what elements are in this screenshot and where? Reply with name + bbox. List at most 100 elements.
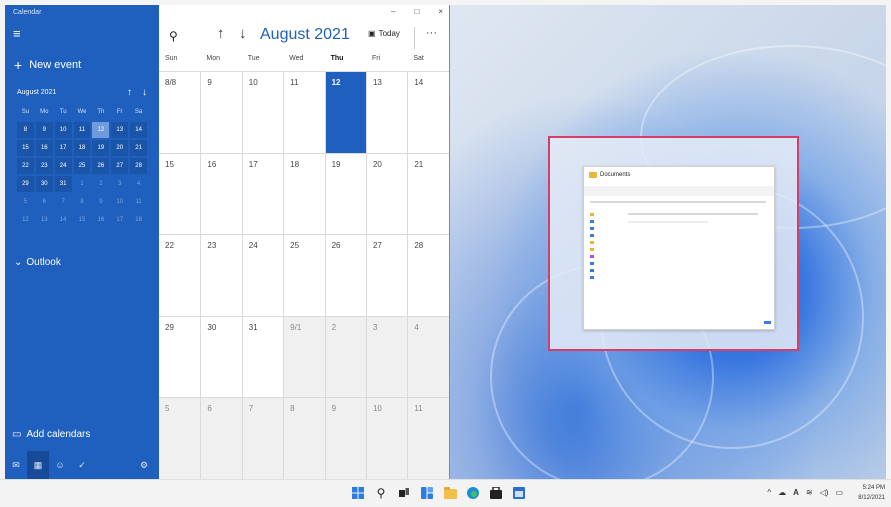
mini-day[interactable]: 15 bbox=[17, 140, 34, 156]
mini-day[interactable]: 9 bbox=[92, 194, 109, 210]
mini-prev-arrow-icon[interactable]: ↑ bbox=[127, 87, 132, 98]
mail-icon[interactable]: ✉ bbox=[5, 451, 27, 479]
day-cell[interactable]: 15 bbox=[159, 154, 200, 235]
search-icon[interactable]: ⚲ bbox=[374, 486, 388, 500]
mini-day[interactable]: 12 bbox=[17, 212, 34, 228]
day-cell[interactable]: 21 bbox=[407, 153, 448, 235]
widgets-icon[interactable] bbox=[420, 486, 434, 500]
mini-day[interactable]: 4 bbox=[130, 176, 147, 192]
day-cell[interactable]: 6 bbox=[200, 398, 242, 479]
day-cell[interactable]: 29 bbox=[159, 317, 200, 398]
mini-day[interactable]: 11 bbox=[73, 122, 91, 138]
mini-next-arrow-icon[interactable]: ↓ bbox=[142, 87, 147, 98]
mini-day[interactable]: 7 bbox=[55, 194, 72, 210]
mini-day[interactable]: 17 bbox=[54, 140, 72, 156]
mini-day[interactable]: 1 bbox=[74, 176, 91, 192]
mini-day[interactable]: 14 bbox=[55, 212, 72, 228]
more-options-button[interactable]: ··· bbox=[426, 27, 437, 39]
search-icon[interactable]: ⚲ bbox=[169, 29, 178, 43]
mini-day[interactable]: 16 bbox=[35, 140, 53, 156]
mini-day[interactable]: 13 bbox=[111, 122, 129, 138]
cloud-icon[interactable]: ☁ bbox=[778, 488, 786, 497]
mini-day[interactable]: 8 bbox=[74, 194, 91, 210]
mini-day[interactable]: 3 bbox=[111, 176, 128, 192]
mini-day[interactable]: 8 bbox=[17, 122, 34, 138]
day-cell[interactable]: 17 bbox=[241, 153, 283, 235]
day-cell[interactable]: 14 bbox=[407, 72, 448, 153]
input-language-indicator[interactable]: A bbox=[793, 488, 799, 497]
mini-day[interactable]: 10 bbox=[54, 122, 72, 138]
outlook-group-toggle[interactable]: ⌄ Outlook bbox=[14, 257, 61, 268]
day-cell[interactable]: 4 bbox=[407, 316, 449, 398]
mini-day[interactable]: 9 bbox=[35, 122, 53, 138]
mini-day-today[interactable]: 12 bbox=[92, 122, 110, 138]
mini-day[interactable]: 14 bbox=[130, 122, 148, 138]
mini-calendar-month[interactable]: August 2021 bbox=[17, 89, 56, 96]
day-cell[interactable]: 16 bbox=[200, 153, 241, 235]
show-hidden-icons-button[interactable]: ^ bbox=[767, 488, 771, 497]
next-month-arrow-icon[interactable]: ↓ bbox=[239, 25, 247, 42]
day-cell[interactable]: 13 bbox=[365, 72, 407, 153]
day-cell[interactable]: 9/1 bbox=[283, 316, 325, 398]
people-icon[interactable]: ☺ bbox=[49, 451, 71, 479]
new-event-button[interactable]: + New event bbox=[14, 58, 81, 72]
mini-day[interactable]: 21 bbox=[130, 140, 148, 156]
mini-day[interactable]: 17 bbox=[111, 212, 128, 228]
mini-day[interactable]: 18 bbox=[130, 212, 147, 228]
day-cell-today[interactable]: 12 bbox=[324, 72, 366, 153]
mini-day[interactable]: 27 bbox=[111, 158, 129, 174]
mini-day[interactable]: 30 bbox=[35, 176, 53, 192]
mini-day[interactable]: 10 bbox=[111, 194, 128, 210]
day-cell[interactable]: 5 bbox=[159, 398, 201, 479]
day-cell[interactable]: 10 bbox=[241, 72, 283, 153]
mini-day[interactable]: 31 bbox=[54, 176, 72, 192]
previous-month-arrow-icon[interactable]: ↑ bbox=[217, 25, 225, 42]
settings-icon[interactable]: ⚙ bbox=[133, 451, 155, 479]
day-cell[interactable]: 24 bbox=[241, 235, 283, 316]
day-cell[interactable]: 26 bbox=[324, 235, 366, 316]
day-cell[interactable]: 9 bbox=[200, 72, 241, 153]
mini-day[interactable]: 19 bbox=[92, 140, 110, 156]
today-button[interactable]: ▣ Today bbox=[368, 29, 400, 38]
mini-day[interactable]: 20 bbox=[111, 140, 129, 156]
day-cell[interactable]: 9 bbox=[324, 398, 366, 479]
mini-day[interactable]: 18 bbox=[73, 140, 91, 156]
mini-day[interactable]: 5 bbox=[17, 194, 34, 210]
day-cell[interactable]: 8/8 bbox=[159, 72, 200, 153]
start-icon[interactable] bbox=[351, 486, 365, 500]
mini-day[interactable]: 15 bbox=[74, 212, 91, 228]
day-cell[interactable]: 11 bbox=[407, 398, 449, 479]
mini-day[interactable]: 28 bbox=[130, 158, 148, 174]
volume-icon[interactable]: ◁) bbox=[820, 488, 829, 497]
mini-day[interactable]: 6 bbox=[36, 194, 53, 210]
day-cell[interactable]: 10 bbox=[365, 398, 408, 479]
mini-day[interactable]: 24 bbox=[54, 158, 72, 174]
calendar-icon[interactable]: ▦ bbox=[27, 451, 49, 479]
day-cell[interactable]: 20 bbox=[365, 153, 407, 235]
wifi-icon[interactable]: ≋ bbox=[806, 488, 813, 497]
task-view-icon[interactable] bbox=[397, 486, 411, 500]
day-cell[interactable]: 22 bbox=[159, 235, 200, 316]
mini-day[interactable]: 25 bbox=[73, 158, 91, 174]
day-cell[interactable]: 30 bbox=[200, 316, 241, 398]
store-icon[interactable] bbox=[489, 486, 503, 500]
day-cell[interactable]: 27 bbox=[365, 235, 407, 316]
hamburger-icon[interactable]: ≡ bbox=[13, 27, 21, 40]
todo-icon[interactable]: ✓ bbox=[71, 451, 93, 479]
mini-day[interactable]: 23 bbox=[35, 158, 53, 174]
day-cell[interactable]: 25 bbox=[283, 235, 324, 316]
day-cell[interactable]: 28 bbox=[407, 235, 448, 316]
snap-assist-zone[interactable]: Documents bbox=[548, 136, 799, 351]
mini-day[interactable]: 26 bbox=[92, 158, 110, 174]
day-cell[interactable]: 19 bbox=[324, 153, 366, 235]
day-cell[interactable]: 7 bbox=[241, 398, 284, 479]
taskbar-clock[interactable]: 5:24 PM 8/12/2021 bbox=[858, 483, 885, 503]
day-cell[interactable]: 2 bbox=[324, 316, 366, 398]
mini-day[interactable]: 22 bbox=[17, 158, 34, 174]
mini-day[interactable]: 13 bbox=[36, 212, 53, 228]
day-cell[interactable]: 8 bbox=[283, 398, 325, 479]
calendar-app-icon[interactable] bbox=[512, 486, 526, 500]
battery-icon[interactable]: ▭ bbox=[835, 488, 843, 497]
add-calendars-button[interactable]: ▭ Add calendars bbox=[12, 429, 90, 440]
documents-window-thumbnail[interactable]: Documents bbox=[583, 166, 775, 330]
